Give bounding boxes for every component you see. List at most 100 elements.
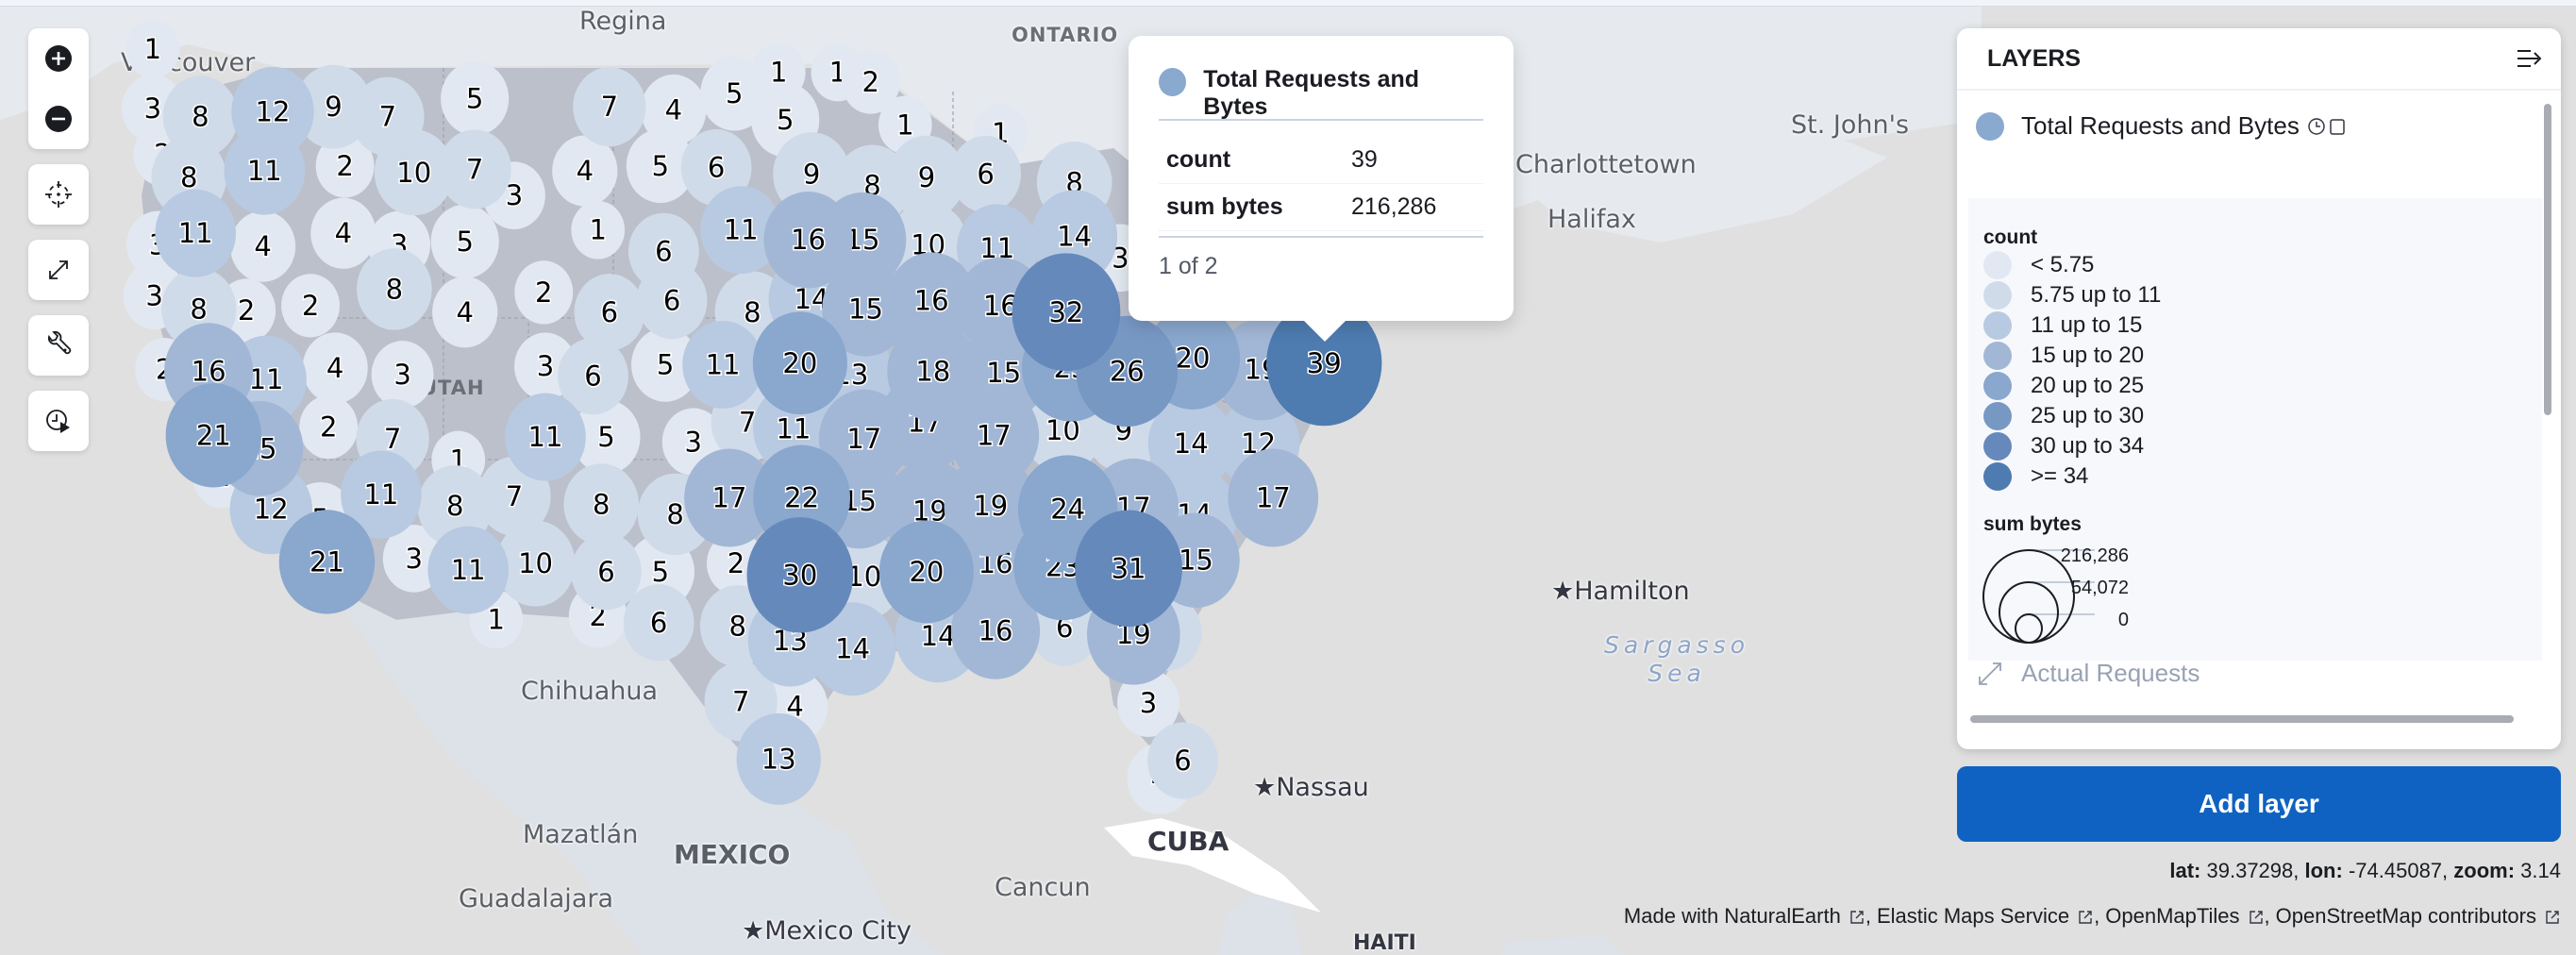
cluster-count-label: 7 (601, 91, 618, 123)
cluster-marker[interactable]: 13 (736, 712, 821, 805)
cluster-marker[interactable]: 3 (371, 341, 434, 409)
cluster-marker[interactable]: 2 (514, 260, 574, 325)
fit-to-data-button[interactable] (28, 164, 89, 225)
cluster-count-label: 11 (706, 349, 741, 381)
cluster-marker[interactable]: 32 (1012, 253, 1121, 372)
legend-swatch (1983, 342, 2012, 370)
cluster-count-label: 16 (914, 285, 949, 317)
cluster-marker[interactable]: 11 (155, 189, 237, 277)
zoom-value: 3.14 (2520, 859, 2561, 882)
cluster-marker[interactable]: 2 (841, 50, 900, 114)
cluster-marker[interactable]: 2 (299, 395, 359, 460)
cluster-count-label: 11 (528, 421, 563, 453)
cluster-count-label: 30 (782, 559, 817, 591)
cluster-marker[interactable]: 8 (357, 248, 432, 330)
cluster-count-label: 2 (535, 276, 552, 309)
legend-swatch (1983, 462, 2012, 491)
tooltip-title: Total Requests and Bytes (1203, 66, 1420, 120)
fullscreen-button[interactable] (28, 240, 89, 300)
timeslider-button[interactable] (28, 391, 89, 451)
cluster-marker[interactable]: 12 (231, 66, 314, 157)
add-layer-button[interactable]: Add layer (1957, 766, 2561, 842)
cluster-marker[interactable]: 11 (505, 393, 586, 481)
cluster-count-label: 16 (192, 355, 226, 387)
vertical-scrollbar[interactable] (2544, 104, 2551, 415)
legend-count-item: >= 34 (1983, 462, 2088, 491)
cluster-marker[interactable]: 8 (563, 463, 639, 545)
horizontal-scrollbar[interactable] (1970, 715, 2514, 723)
square-icon (2330, 118, 2345, 135)
cluster-count-label: 11 (776, 412, 811, 444)
cluster-marker[interactable]: 6 (571, 533, 642, 611)
attribution-link-ems[interactable]: Elastic Maps Service, (1877, 904, 2099, 929)
cluster-count-label: 6 (597, 556, 614, 588)
cluster-marker[interactable]: 6 (623, 584, 694, 662)
cluster-count-label: 39 (1307, 347, 1342, 379)
layer-item-total-requests[interactable]: Total Requests and Bytes (1976, 111, 2347, 141)
cluster-marker[interactable]: 30 (746, 517, 854, 633)
cluster-marker[interactable]: 6 (1147, 722, 1218, 799)
cluster-count-label: 8 (446, 490, 463, 522)
collapse-panel-icon[interactable] (2516, 45, 2546, 72)
zoom-in-button[interactable] (28, 28, 89, 89)
cluster-marker[interactable]: 6 (636, 261, 708, 340)
tooltip-key: count (1166, 145, 1231, 173)
cluster-count-label: 20 (909, 556, 944, 588)
cluster-marker[interactable]: 18 (887, 321, 979, 422)
cluster-count-label: 3 (684, 426, 701, 458)
cluster-marker[interactable]: 4 (229, 210, 296, 282)
cluster-count-label: 8 (180, 161, 197, 193)
cluster-count-label: 6 (584, 360, 601, 393)
top-bar (0, 0, 2576, 7)
attribution-link-naturalearth[interactable]: Made with NaturalEarth, (1624, 904, 1871, 929)
cluster-marker[interactable]: 1 (571, 200, 626, 260)
cluster-marker[interactable]: 5 (441, 61, 510, 136)
cluster-marker[interactable]: 1 (125, 20, 180, 79)
legend-label: 5.75 up to 11 (2031, 282, 2162, 308)
cluster-marker[interactable]: 4 (432, 276, 498, 348)
cluster-count-label: 5 (456, 226, 473, 258)
cluster-marker[interactable]: 7 (573, 67, 646, 147)
layer-item-actual-requests[interactable]: Actual Requests (1976, 659, 2200, 688)
legend-label: 11 up to 15 (2031, 312, 2143, 338)
tools-button[interactable] (28, 315, 89, 376)
cluster-count-label: 14 (835, 633, 870, 665)
cluster-count-label: 16 (979, 615, 1013, 647)
zoom-out-button[interactable] (28, 89, 89, 149)
cluster-marker[interactable]: 21 (165, 383, 262, 488)
cluster-marker[interactable]: 20 (878, 520, 974, 624)
cluster-count-label: 4 (254, 230, 271, 262)
cluster-count-label: 1 (896, 109, 913, 141)
cluster-marker[interactable]: 4 (302, 332, 368, 404)
tooltip-pager[interactable]: 1 of 2 (1159, 236, 1483, 280)
cluster-count-label: 15 (848, 293, 883, 325)
layers-panel: LAYERS Total Requests and Bytes count < … (1957, 28, 2561, 749)
legend-count-item: 30 up to 34 (1983, 432, 2144, 461)
cluster-marker[interactable]: 20 (752, 311, 847, 415)
layers-panel-header: LAYERS (1957, 28, 2561, 91)
cluster-count-label: 14 (1174, 427, 1209, 460)
cluster-count-label: 13 (761, 743, 796, 775)
cluster-count-label: 2 (302, 290, 319, 322)
cluster-marker[interactable]: 17 (1228, 448, 1319, 547)
attribution-link-openmaptiles[interactable]: OpenMapTiles, (2105, 904, 2269, 929)
lon-label: lon: (2304, 859, 2343, 882)
tooltip-value: 216,286 (1351, 193, 1437, 220)
cluster-count-label: 3 (145, 279, 162, 311)
layer-color-swatch (1976, 111, 2004, 141)
minus-circle-icon (45, 106, 72, 132)
cluster-marker[interactable]: 11 (427, 526, 510, 614)
attribution-link-osm[interactable]: OpenStreetMap contributors (2276, 904, 2561, 929)
cluster-marker[interactable]: 31 (1075, 510, 1182, 628)
legend-label: 20 up to 25 (2031, 373, 2145, 398)
cluster-marker[interactable]: 21 (278, 510, 376, 614)
cluster-marker[interactable]: 4 (310, 197, 376, 269)
cluster-marker[interactable]: 16 (763, 191, 853, 289)
cluster-marker[interactable]: 10 (374, 129, 454, 216)
cluster-marker[interactable]: 5 (430, 204, 499, 279)
cluster-marker[interactable]: 2 (281, 274, 340, 338)
cluster-count-label: 4 (665, 94, 682, 126)
cluster-marker[interactable]: 11 (682, 320, 763, 410)
legend-swatch (1983, 432, 2012, 461)
cluster-count-label: 7 (732, 685, 749, 717)
